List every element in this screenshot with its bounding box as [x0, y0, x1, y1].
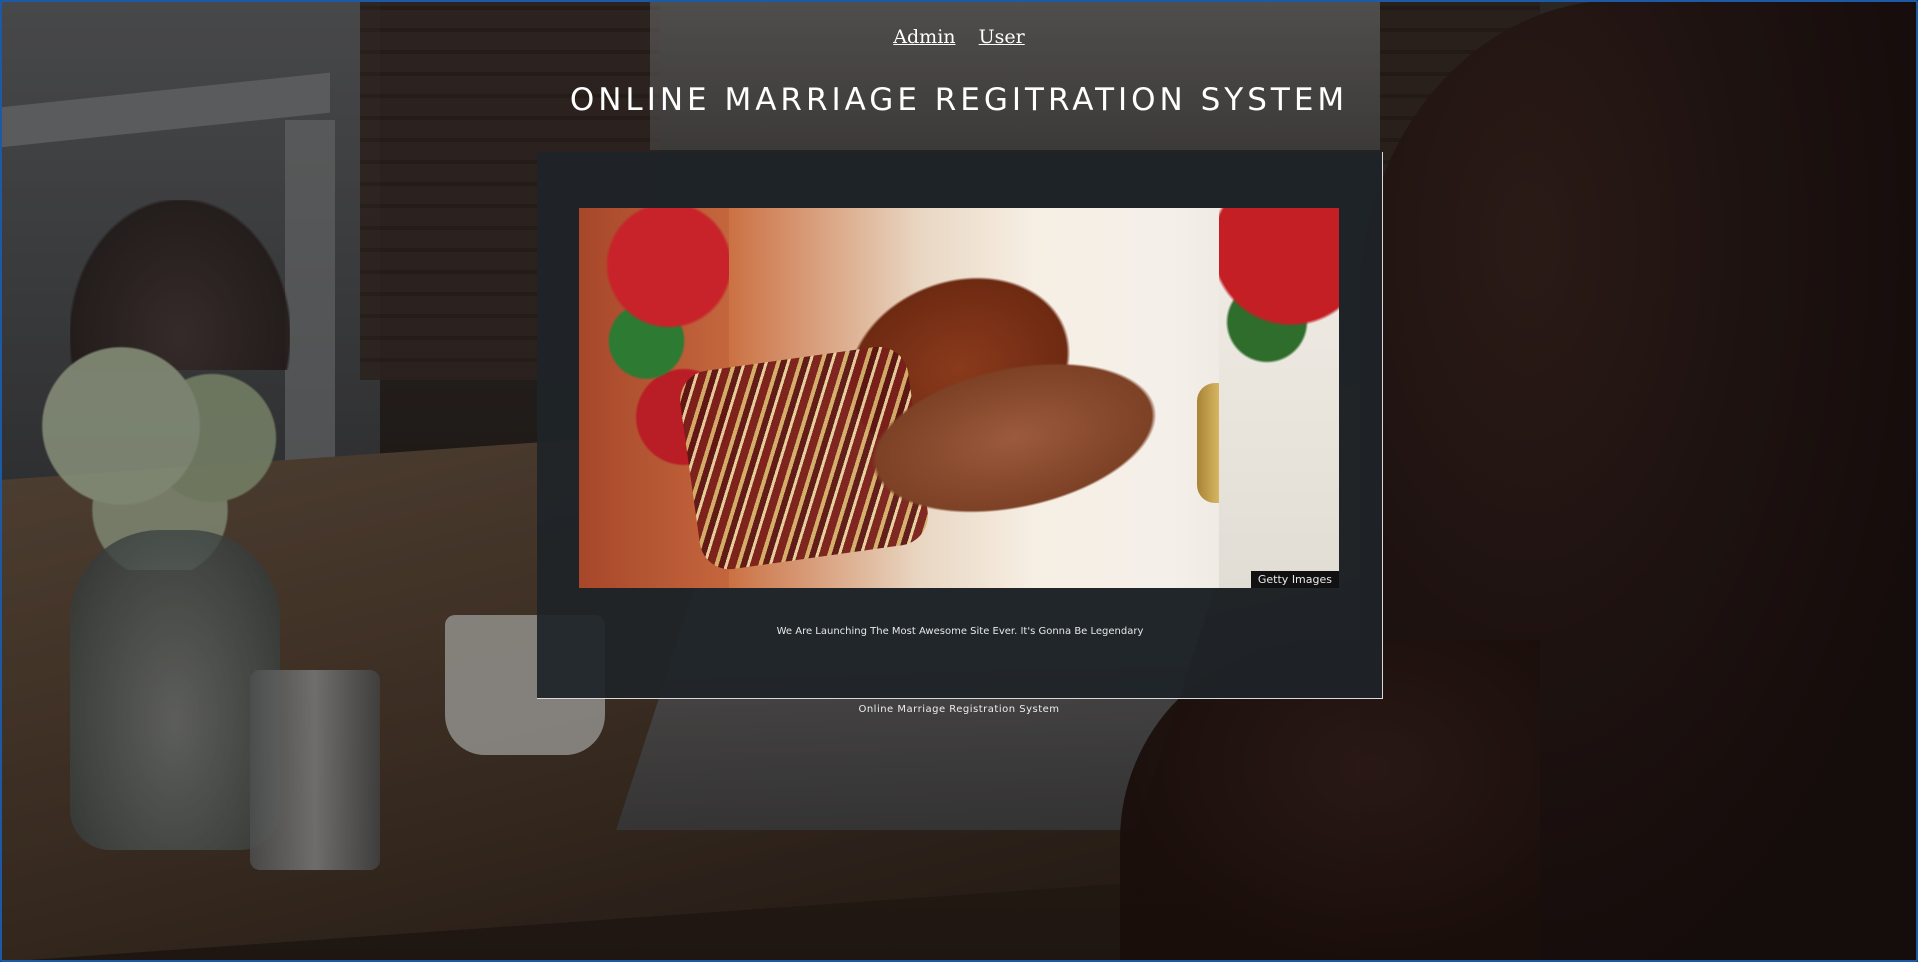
top-nav: Admin User [0, 26, 1918, 48]
hero-garland-right [1219, 208, 1339, 588]
admin-link[interactable]: Admin [893, 26, 955, 48]
user-link[interactable]: User [979, 26, 1025, 48]
tagline: We Are Launching The Most Awesome Site E… [776, 626, 1144, 637]
hero-image: Getty Images [579, 208, 1339, 588]
page-title: ONLINE MARRIAGE REGITRATION SYSTEM [569, 82, 1349, 118]
content-panel: Getty Images We Are Launching The Most A… [537, 152, 1383, 699]
image-credit: Getty Images [1250, 571, 1339, 588]
footer-text: Online Marriage Registration System [858, 704, 1060, 715]
